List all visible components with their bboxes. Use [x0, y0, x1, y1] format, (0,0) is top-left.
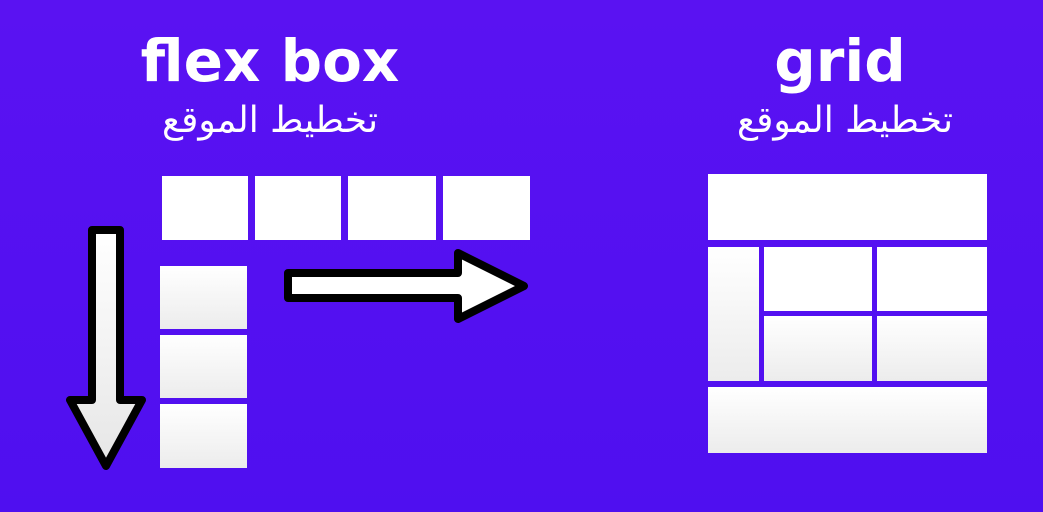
- flexbox-subtitle: تخطيط الموقع: [161, 100, 379, 141]
- flex-row-item: [255, 176, 341, 240]
- flex-row-item: [162, 176, 248, 240]
- flex-column-item: [160, 266, 247, 329]
- flex-column-item: [160, 404, 247, 468]
- flex-column-item: [160, 335, 247, 398]
- grid-sidebar-cell: [708, 247, 759, 381]
- flex-row-item: [443, 176, 530, 240]
- flex-row-item: [348, 176, 436, 240]
- grid-content-cell: [764, 316, 872, 381]
- grid-content-cell: [764, 247, 872, 311]
- grid-content-cell: [877, 316, 987, 381]
- grid-header-cell: [708, 174, 987, 240]
- grid-subtitle: تخطيط الموقع: [736, 100, 954, 141]
- arrow-down-icon: [66, 226, 146, 470]
- grid-content-cell: [877, 247, 987, 311]
- grid-footer-cell: [708, 387, 987, 453]
- grid-title: grid: [774, 27, 906, 95]
- flexbox-title: flex box: [140, 27, 400, 95]
- arrow-right-icon: [284, 249, 528, 323]
